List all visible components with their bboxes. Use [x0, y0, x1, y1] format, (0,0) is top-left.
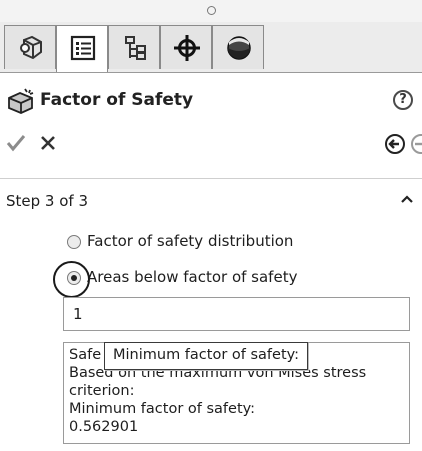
- tab-display-manager[interactable]: [212, 25, 264, 69]
- resize-grip-icon[interactable]: [207, 6, 216, 15]
- option-label: Areas below factor of safety: [87, 268, 298, 286]
- result-line: Minimum factor of safety:: [69, 401, 256, 417]
- manager-tab-bar: [0, 22, 422, 73]
- tooltip: Minimum factor of safety:: [104, 342, 309, 370]
- tab-configuration-manager[interactable]: [108, 25, 160, 69]
- panel-top-bar: [0, 0, 422, 23]
- factor-of-safety-input[interactable]: 1: [63, 297, 410, 331]
- result-line: criterion:: [69, 383, 135, 399]
- sphere-icon: [227, 36, 251, 60]
- action-bar: [0, 128, 422, 164]
- panel-header: Factor of Safety ?: [0, 80, 422, 122]
- step-heading: Step 3 of 3: [6, 192, 89, 210]
- section-divider: [0, 178, 422, 179]
- back-arrow-icon[interactable]: [384, 133, 406, 155]
- tab-dimxpert-manager[interactable]: [160, 25, 212, 69]
- panel-title: Factor of Safety: [40, 90, 194, 110]
- radio-button[interactable]: [67, 235, 81, 249]
- tab-property-manager[interactable]: [56, 25, 108, 72]
- next-arrow-icon[interactable]: [410, 133, 422, 155]
- property-list-icon: [70, 35, 96, 61]
- configuration-icon: [125, 36, 146, 60]
- result-line: 0.562901: [69, 419, 139, 435]
- result-line: Safe: [69, 347, 102, 363]
- option-label: Factor of safety distribution: [87, 232, 294, 250]
- tab-feature-manager[interactable]: [4, 25, 56, 69]
- highlight-circle: [53, 261, 90, 298]
- feature-tree-icon: [20, 35, 42, 60]
- chevron-up-icon[interactable]: [399, 192, 415, 206]
- checkmark-icon[interactable]: [5, 132, 27, 154]
- factor-of-safety-icon: [8, 88, 34, 114]
- question-mark-icon[interactable]: ?: [393, 90, 413, 110]
- x-icon[interactable]: [37, 132, 59, 154]
- crosshair-icon: [174, 35, 200, 61]
